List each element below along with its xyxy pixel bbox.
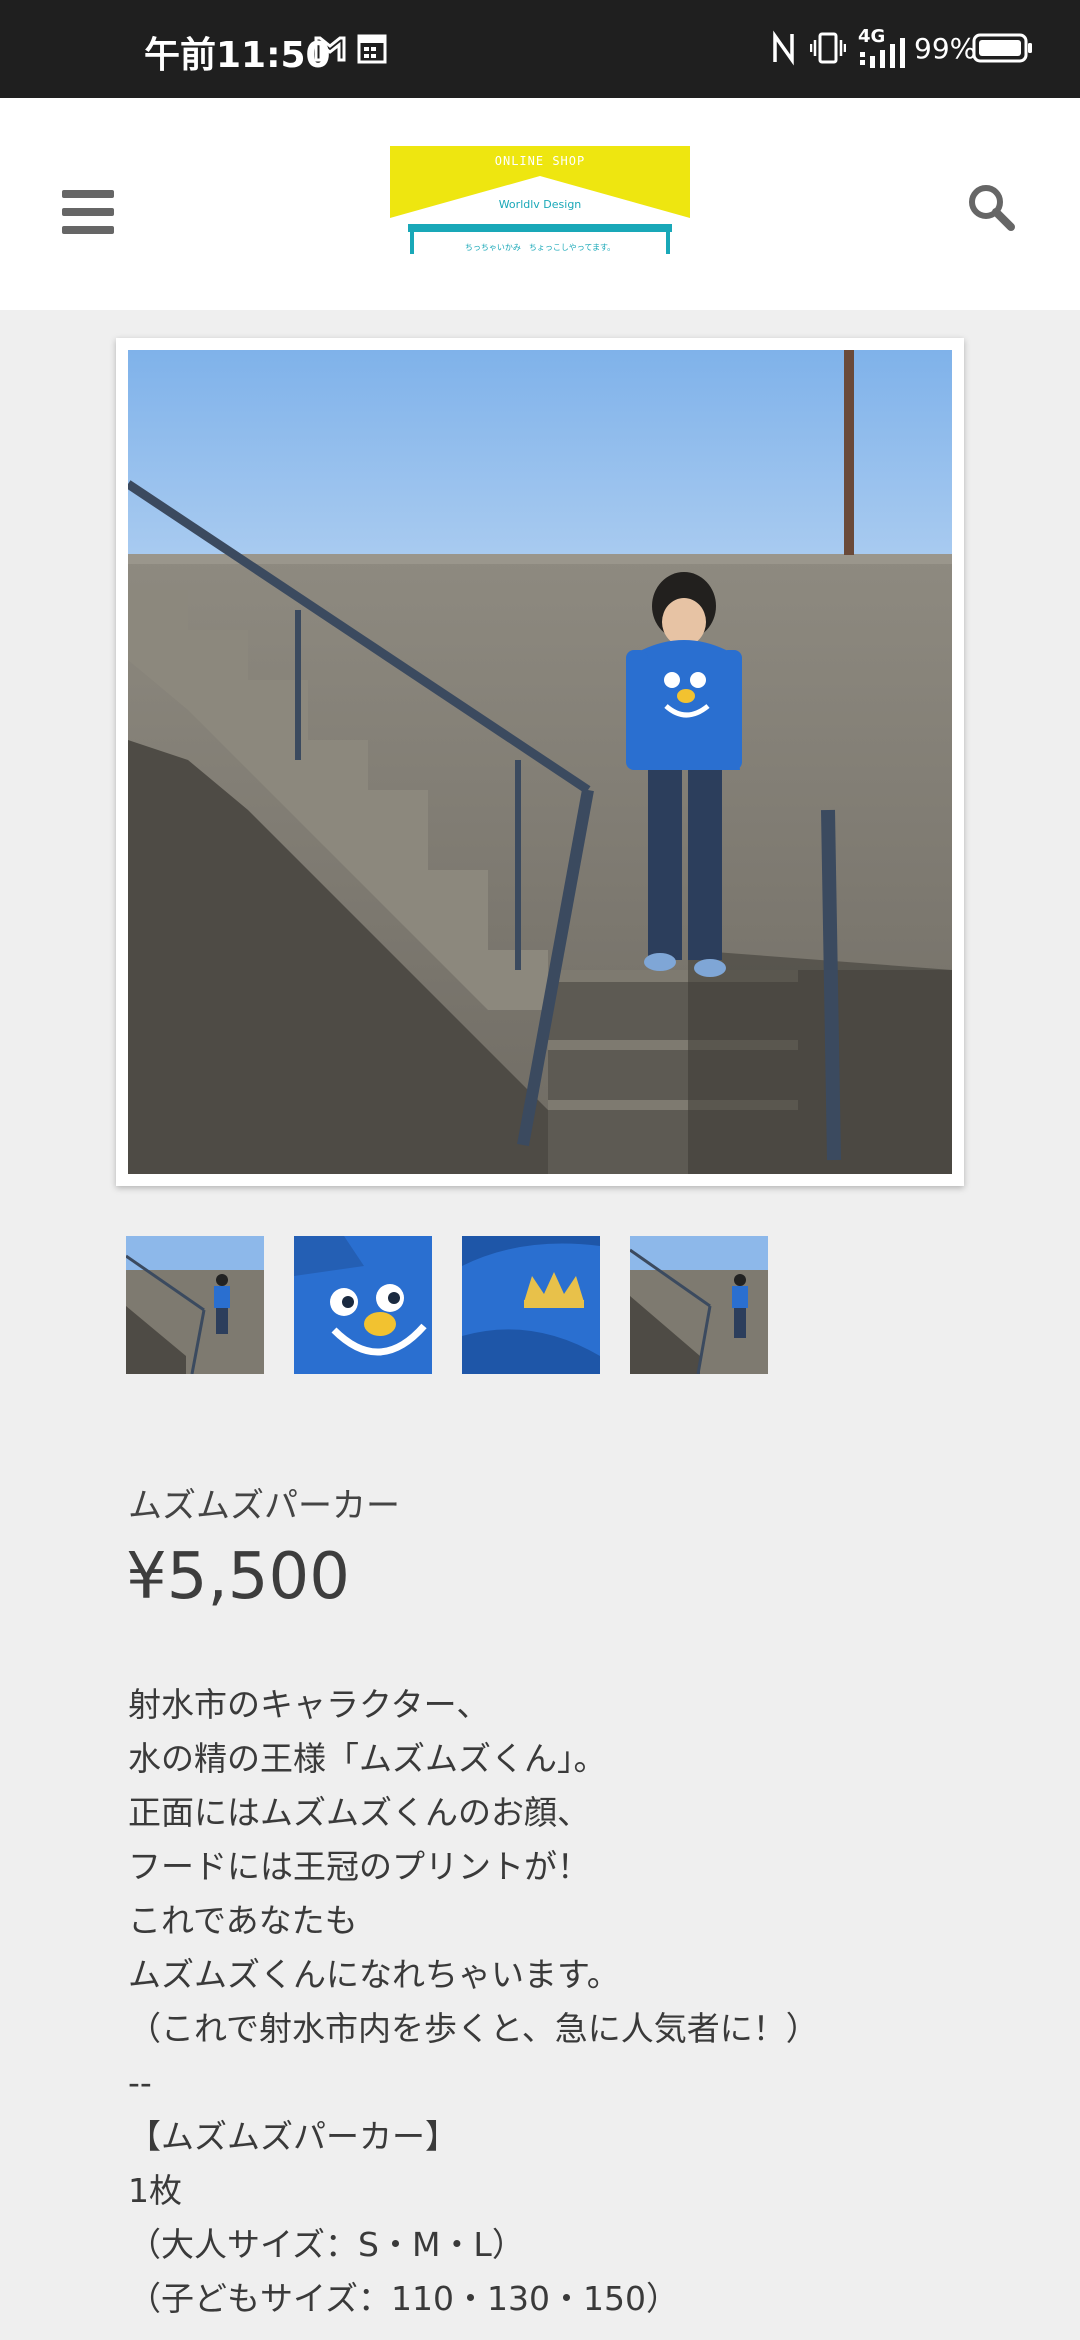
logo-text-online-shop: ONLINE SHOP	[494, 154, 586, 168]
battery-icon	[972, 33, 1032, 63]
description-line: フードには王冠のプリントが！	[128, 1847, 590, 1886]
search-icon[interactable]	[966, 182, 1016, 232]
description-line: 正面にはムズムズくんのお顔、	[128, 1793, 590, 1832]
battery-percent: 99%	[914, 32, 977, 65]
shop-logo[interactable]: ONLINE SHOP Worldlv Design ちっちゃいかみ ちょっこし…	[390, 146, 690, 264]
thumbnail-2[interactable]	[294, 1236, 432, 1374]
description-line: ムズムズくんになれちゃいます。	[128, 1955, 620, 1994]
product-main-image[interactable]	[116, 338, 964, 1186]
site-header: ONLINE SHOP Worldlv Design ちっちゃいかみ ちょっこし…	[0, 98, 1080, 310]
product-price: ¥5,500	[126, 1540, 350, 1614]
calendar-icon	[357, 34, 387, 64]
status-time: 午前11:50	[144, 35, 331, 76]
logo-tagline: ちっちゃいかみ ちょっこしやってます。	[464, 243, 616, 252]
description-line: --	[128, 2063, 152, 2102]
status-bar: 午前11:50 4G 99%	[0, 0, 1080, 98]
description-line: （大人サイズ：S・M・L）	[128, 2225, 525, 2264]
signal-icon	[860, 38, 905, 68]
thumbnail-3[interactable]	[462, 1236, 600, 1374]
description-line: これであなたも	[128, 1901, 358, 1940]
description-line: （これで射水市内を歩くと、急に人気者に！）	[128, 2009, 819, 2048]
description-line: 射水市のキャラクター、	[128, 1685, 490, 1724]
product-title: ムズムズパーカー	[128, 1486, 400, 1526]
product-description: 射水市のキャラクター、 水の精の王様「ムズムズくん」。 正面にはムズムズくんのお…	[128, 1678, 819, 2326]
logo-text-brand: Worldlv Design	[498, 198, 582, 211]
description-line: （子どもサイズ：110・130・150）	[128, 2279, 679, 2318]
gmail-icon	[314, 36, 346, 62]
product-photo-stairs	[128, 350, 952, 1174]
thumbnail-4[interactable]	[630, 1236, 768, 1374]
hamburger-icon[interactable]	[62, 190, 114, 234]
thumbnail-1[interactable]	[126, 1236, 264, 1374]
vibrate-icon	[810, 32, 846, 64]
nfc-icon	[773, 30, 794, 66]
description-line: 水の精の王様「ムズムズくん」。	[128, 1739, 607, 1778]
description-line: 1枚	[128, 2171, 182, 2210]
description-line: 【ムズムズパーカー】	[128, 2117, 458, 2156]
